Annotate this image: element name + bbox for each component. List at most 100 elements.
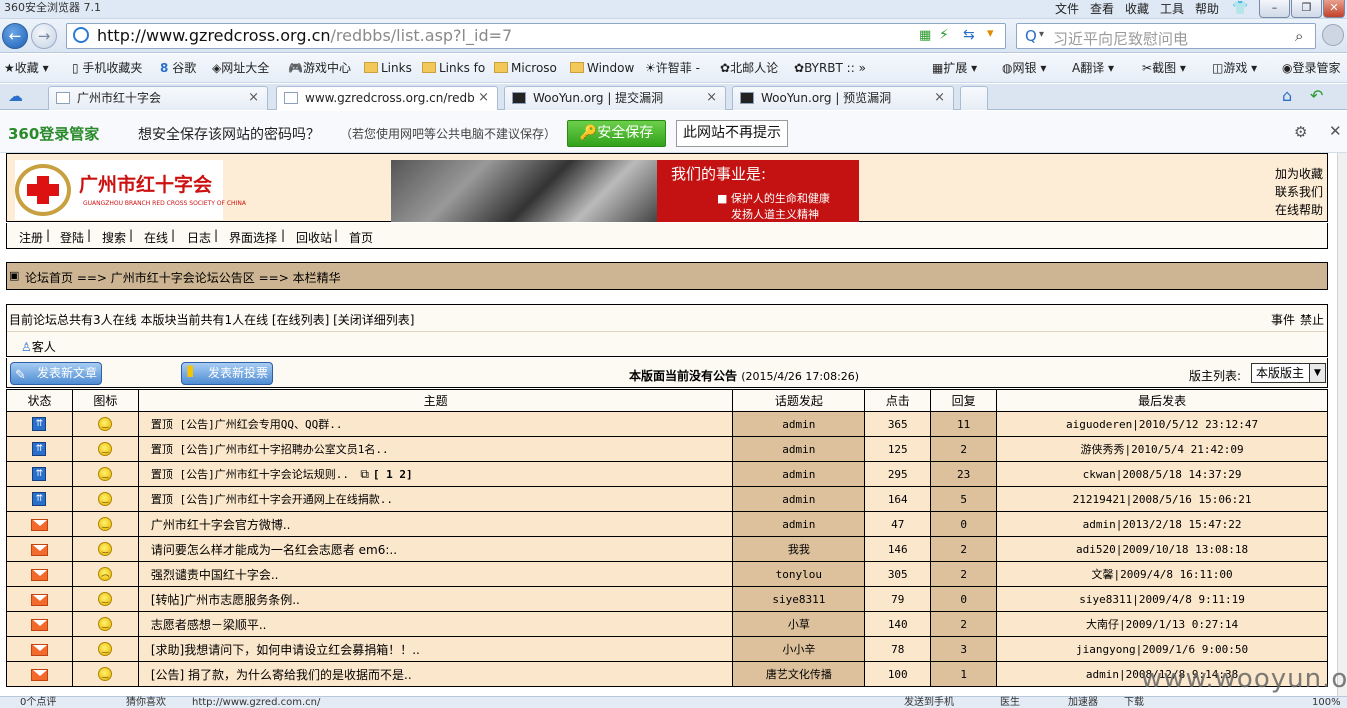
- ban-link[interactable]: 禁止: [1300, 311, 1324, 328]
- status-recommend[interactable]: 猜你喜欢: [126, 697, 166, 708]
- close-icon[interactable]: ×: [248, 87, 259, 109]
- nav-skin[interactable]: 界面选择: [229, 229, 277, 246]
- last-post-link[interactable]: 文馨|2009/4/8 16:11:00: [1091, 568, 1232, 581]
- nav-register[interactable]: 注册: [19, 229, 43, 246]
- topic-link[interactable]: 置顶 [公告]广州红会专用QQ、QQ群..: [151, 418, 343, 431]
- author-link[interactable]: admin: [782, 443, 815, 456]
- guest-item[interactable]: ♙客人: [21, 338, 56, 355]
- topic-link[interactable]: 置顶 [公告]广州市红十字会论坛规则..: [151, 468, 349, 481]
- topic-link[interactable]: 志愿者感想－梁顺平..: [151, 618, 267, 632]
- events-link[interactable]: 事件: [1271, 311, 1295, 328]
- login-manager-button[interactable]: ◉登录管家: [1282, 60, 1341, 76]
- close-icon[interactable]: ×: [706, 87, 717, 109]
- minimize-button[interactable]: –: [1259, 0, 1290, 18]
- menu-view[interactable]: 查看: [1090, 1, 1114, 17]
- author-link[interactable]: siye8311: [772, 593, 825, 606]
- author-link[interactable]: tonylou: [776, 568, 822, 581]
- topic-link[interactable]: [求助]我想请问下，如何申请设立红会募捐箱！！..: [151, 643, 420, 657]
- author-link[interactable]: admin: [782, 493, 815, 506]
- page-links[interactable]: [ 1 2]: [373, 468, 413, 481]
- nav-login[interactable]: 登陆: [60, 229, 84, 246]
- dropdown-icon[interactable]: ▾: [987, 26, 994, 41]
- close-button[interactable]: ✕: [1323, 0, 1345, 18]
- status-download[interactable]: 下载: [1124, 697, 1144, 708]
- menu-favorites[interactable]: 收藏: [1125, 1, 1149, 17]
- bookmark-byr-forum[interactable]: ✿北邮人论: [720, 60, 778, 76]
- translate-button[interactable]: A翻译 ▾: [1072, 60, 1114, 76]
- last-post-link[interactable]: 大南仔|2009/1/13 0:27:14: [1086, 618, 1238, 631]
- bookmark-links-for[interactable]: Links fo: [422, 60, 485, 76]
- topic-link[interactable]: [公告] 捐了款，为什么寄给我们的是收据而不是..: [151, 668, 412, 682]
- status-zoom[interactable]: 100%: [1312, 697, 1341, 708]
- online-status[interactable]: 目前论坛总共有3人在线 本版块当前共有1人在线 [在线列表] [关闭详细列表]: [9, 311, 414, 328]
- gear-icon[interactable]: ⚙: [1294, 123, 1307, 141]
- breadcrumb-text[interactable]: 论坛首页 ==> 广州市红十字会论坛公告区 ==> 本栏精华: [25, 269, 341, 286]
- back-button[interactable]: ←: [2, 23, 28, 49]
- topic-link[interactable]: 强烈谴责中国红十字会..: [151, 568, 279, 582]
- author-link[interactable]: 小草: [788, 618, 810, 631]
- menu-file[interactable]: 文件: [1055, 1, 1079, 17]
- topic-link[interactable]: 置顶 [公告]广州市红十字会开通网上在线捐款..: [151, 493, 393, 506]
- table-row[interactable]: ‿ 请问要怎么样才能成为一名红会志愿者 em6:.. 我我 146 2 adi520|20…: [6, 536, 1328, 562]
- address-bar[interactable]: http://www.gzredcross.org.cn/redbbs/list…: [66, 23, 1006, 49]
- author-link[interactable]: admin: [782, 468, 815, 481]
- tab-forum[interactable]: www.gzredcross.org.cn/redb ×: [276, 86, 498, 110]
- last-post-link[interactable]: adi520|2009/10/18 13:08:18: [1076, 543, 1248, 556]
- table-row[interactable]: ‿ [转帖]广州市志愿服务条例.. siye8311 79 0 siye8311|2009…: [6, 586, 1328, 612]
- table-row[interactable]: ⇈ ‿ 置顶 [公告]广州红会专用QQ、QQ群.. admin 365 11 aiguode…: [6, 411, 1328, 437]
- last-post-link[interactable]: 21219421|2008/5/16 15:06:21: [1073, 493, 1252, 506]
- author-link[interactable]: 小小辛: [782, 643, 815, 656]
- last-post-link[interactable]: 游侠秀秀|2010/5/4 21:42:09: [1080, 443, 1243, 456]
- last-post-link[interactable]: jiangyong|2009/1/6 9:00:50: [1076, 643, 1248, 656]
- table-row[interactable]: ‿ 志愿者感想－梁顺平.. 小草 140 2 大南仔|2009/1/13 0:27:14: [6, 611, 1328, 637]
- last-post-link[interactable]: aiguoderen|2010/5/12 23:12:47: [1066, 418, 1258, 431]
- chevron-down-icon[interactable]: ▾: [1039, 29, 1044, 40]
- nav-home[interactable]: 首页: [349, 229, 373, 246]
- topic-link[interactable]: 置顶 [公告]广州市红十字招聘办公室文员1名..: [151, 443, 389, 456]
- table-row[interactable]: ︵ 强烈谴责中国红十字会.. tonylou 305 2 文馨|2009/4/8 16:1…: [6, 561, 1328, 587]
- screenshot-button[interactable]: ✂截图 ▾: [1142, 60, 1186, 76]
- author-link[interactable]: 我我: [788, 543, 810, 556]
- bookmark-byrbt[interactable]: ✿BYRBT :: »: [794, 60, 866, 76]
- close-icon[interactable]: ×: [934, 87, 945, 109]
- qr-icon[interactable]: ▦: [919, 28, 931, 43]
- refresh-icon[interactable]: ⇆: [963, 27, 975, 43]
- bookmark-favorites[interactable]: ★收藏 ▾: [4, 60, 49, 76]
- menu-help[interactable]: 帮助: [1195, 1, 1219, 17]
- menu-tools[interactable]: 工具: [1160, 1, 1184, 17]
- games-button[interactable]: ◫游戏 ▾: [1212, 60, 1257, 76]
- author-link[interactable]: admin: [782, 418, 815, 431]
- status-accelerator[interactable]: 加速器: [1068, 697, 1098, 708]
- post-vote-button[interactable]: ▮ 发表新投票: [181, 361, 273, 385]
- bookmark-sites[interactable]: ◈网址大全: [212, 60, 269, 76]
- search-icon[interactable]: ⌕: [1295, 27, 1303, 45]
- last-post-link[interactable]: siye8311|2009/4/8 9:11:19: [1079, 593, 1245, 606]
- cloud-icon[interactable]: ☁: [8, 87, 23, 105]
- scrollbar[interactable]: [1337, 153, 1347, 696]
- search-input[interactable]: 习近平向尼致慰问电: [1053, 28, 1188, 49]
- last-post-link[interactable]: ckwan|2008/5/18 14:37:29: [1083, 468, 1242, 481]
- close-icon[interactable]: ✕: [1329, 122, 1342, 140]
- tab-redcross[interactable]: 广州市红十字会 ×: [48, 86, 268, 110]
- topic-link[interactable]: [转帖]广州市志愿服务条例..: [151, 593, 300, 607]
- nav-log[interactable]: 日志: [187, 229, 211, 246]
- tab-wooyun-submit[interactable]: WooYun.org | 提交漏洞 ×: [504, 86, 726, 110]
- close-icon[interactable]: ×: [478, 87, 489, 109]
- bookmark-microsoft[interactable]: Microso: [494, 60, 557, 76]
- extensions-button[interactable]: ▦扩展 ▾: [932, 60, 977, 76]
- status-doctor[interactable]: 医生: [1000, 697, 1020, 708]
- status-comments[interactable]: 0个点评: [20, 697, 56, 708]
- post-article-button[interactable]: ✎ 发表新文章: [10, 362, 102, 385]
- nav-search[interactable]: 搜索: [102, 229, 126, 246]
- moderator-select[interactable]: 本版版主 ▼: [1251, 363, 1326, 383]
- bookmark-games[interactable]: 🎮游戏中心: [288, 60, 351, 76]
- bookmark-links[interactable]: Links: [364, 60, 412, 76]
- topic-link[interactable]: 请问要怎么样才能成为一名红会志愿者 em6:..: [151, 543, 397, 557]
- table-row[interactable]: ‿ [求助]我想请问下，如何申请设立红会募捐箱！！.. 小小辛 78 3 jiangyon…: [6, 636, 1328, 662]
- avatar[interactable]: [1322, 24, 1344, 46]
- save-password-button[interactable]: 🔑安全保存: [567, 120, 666, 147]
- home-icon[interactable]: ⌂: [1282, 86, 1292, 105]
- maximize-button[interactable]: ❐: [1291, 0, 1322, 18]
- bookmark-google[interactable]: 8 谷歌: [160, 60, 196, 76]
- add-favorite-link[interactable]: 加为收藏: [1275, 165, 1323, 182]
